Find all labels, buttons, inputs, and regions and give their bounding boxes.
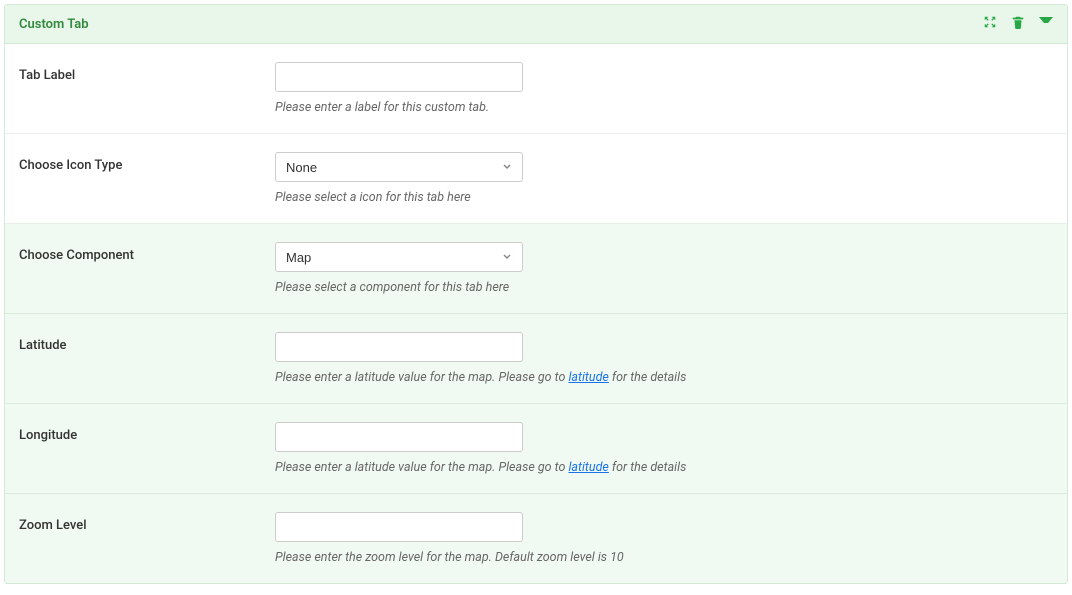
panel-title: Custom Tab	[19, 17, 89, 32]
zoom-help: Please enter the zoom level for the map.…	[275, 550, 1053, 565]
latitude-help-suffix: for the details	[609, 370, 687, 385]
latitude-input[interactable]	[275, 332, 523, 362]
latitude-help: Please enter a latitude value for the ma…	[275, 370, 1053, 385]
latitude-field: Please enter a latitude value for the ma…	[275, 332, 1053, 385]
tab-label-field: Please enter a label for this custom tab…	[275, 62, 1053, 115]
tab-label-help: Please enter a label for this custom tab…	[275, 100, 1053, 115]
custom-tab-panel: Custom Tab Tab Label Please enter a labe…	[4, 4, 1068, 584]
icon-type-help: Please select a icon for this tab here	[275, 190, 1053, 205]
longitude-help-suffix: for the details	[609, 460, 687, 475]
latitude-label: Latitude	[19, 332, 275, 353]
longitude-label: Longitude	[19, 422, 275, 443]
icon-type-field: None Please select a icon for this tab h…	[275, 152, 1053, 205]
row-tab-label: Tab Label Please enter a label for this …	[5, 44, 1067, 133]
longitude-help-prefix: Please enter a latitude value for the ma…	[275, 460, 568, 475]
latitude-help-prefix: Please enter a latitude value for the ma…	[275, 370, 568, 385]
component-select[interactable]: Map	[275, 242, 523, 272]
longitude-help: Please enter a latitude value for the ma…	[275, 460, 1053, 475]
row-zoom: Zoom Level Please enter the zoom level f…	[5, 493, 1067, 583]
zoom-label: Zoom Level	[19, 512, 275, 533]
row-longitude: Longitude Please enter a latitude value …	[5, 403, 1067, 493]
row-icon-type: Choose Icon Type None Please select a ic…	[5, 133, 1067, 223]
icon-type-label: Choose Icon Type	[19, 152, 275, 173]
tab-label-input[interactable]	[275, 62, 523, 92]
collapse-icon[interactable]	[1039, 17, 1053, 31]
longitude-input[interactable]	[275, 422, 523, 452]
zoom-input[interactable]	[275, 512, 523, 542]
zoom-field: Please enter the zoom level for the map.…	[275, 512, 1053, 565]
longitude-help-link[interactable]: latitude	[568, 460, 608, 475]
expand-icon[interactable]	[983, 15, 997, 33]
panel-header: Custom Tab	[5, 5, 1067, 44]
trash-icon[interactable]	[1011, 15, 1025, 33]
panel-actions	[983, 15, 1053, 33]
component-field: Map Please select a component for this t…	[275, 242, 1053, 295]
latitude-help-link[interactable]: latitude	[568, 370, 608, 385]
row-latitude: Latitude Please enter a latitude value f…	[5, 313, 1067, 403]
icon-type-select[interactable]: None	[275, 152, 523, 182]
component-help: Please select a component for this tab h…	[275, 280, 1053, 295]
tab-label-label: Tab Label	[19, 62, 275, 83]
row-component: Choose Component Map Please select a com…	[5, 223, 1067, 313]
component-label: Choose Component	[19, 242, 275, 263]
longitude-field: Please enter a latitude value for the ma…	[275, 422, 1053, 475]
